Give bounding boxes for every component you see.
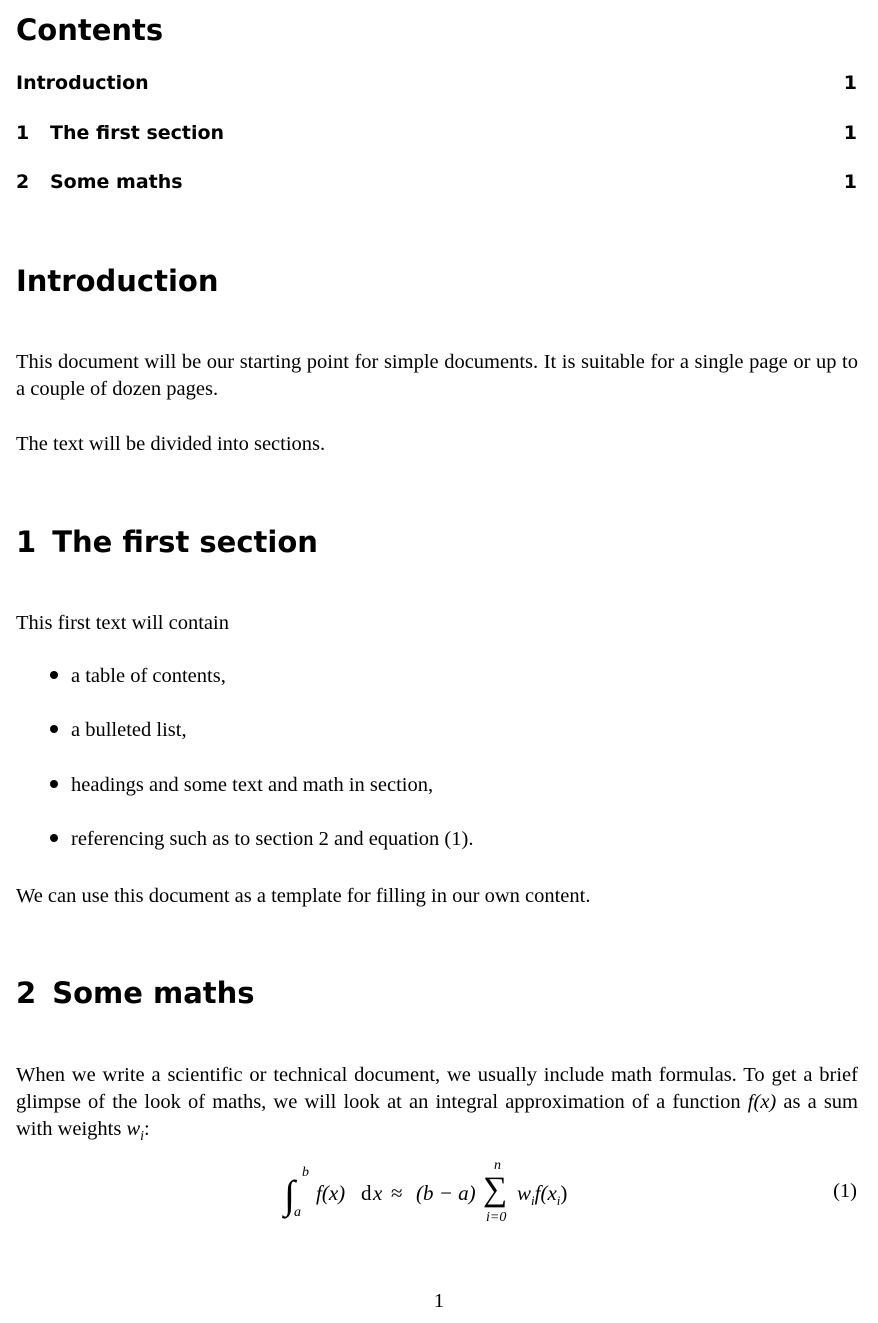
list-item-text: a table of contents,: [71, 665, 226, 687]
section-2-paragraph: When we write a scientific or technical …: [16, 1062, 858, 1150]
list-item: referencing such as to section 2 and equ…: [50, 828, 473, 851]
equation-number: (1): [833, 1180, 857, 1202]
toc-entry-label: Introduction: [16, 72, 149, 94]
list-item-text: a bulleted list,: [71, 719, 187, 741]
toc-entry-number: 2: [16, 171, 30, 193]
math-inline: w: [126, 1118, 141, 1140]
section-number: 1: [16, 525, 37, 559]
bullet-icon: [50, 780, 58, 789]
integral-lower-limit: a: [294, 1205, 301, 1220]
integrand: f(x): [316, 1181, 346, 1205]
summand-close: ): [560, 1181, 568, 1205]
approx-sign: ≈: [391, 1181, 403, 1205]
section-number: 2: [16, 976, 37, 1010]
toc-entry-some-maths[interactable]: 2 Some maths 1: [16, 171, 857, 193]
summand-base: w: [517, 1181, 532, 1205]
section-2-heading: 2 Some maths: [16, 976, 255, 1010]
page-number: 1: [433, 1290, 445, 1312]
section-1-closing: We can use this document as a template f…: [16, 885, 591, 907]
differential-variable: x: [373, 1181, 383, 1205]
sum-lower-limit: i=0: [486, 1210, 507, 1225]
text: When we write a scientific or technical …: [16, 1064, 858, 1113]
factor: (b − a): [416, 1181, 476, 1205]
bullet-icon: [50, 834, 58, 843]
list-item: headings and some text and math in secti…: [50, 774, 433, 797]
toc-entry-number: 1: [16, 122, 30, 144]
section-1-intro: This first text will contain: [16, 612, 229, 634]
list-item: a bulleted list,: [50, 719, 187, 742]
differential: d: [361, 1181, 372, 1205]
section-title: Some maths: [52, 976, 255, 1010]
introduction-heading: Introduction: [16, 264, 219, 298]
sum-sign-icon: ∑: [483, 1171, 508, 1208]
bullet-icon: [50, 725, 58, 734]
toc-entry-first-section[interactable]: 1 The first section 1: [16, 122, 857, 144]
list-item-text: headings and some text and math in secti…: [71, 774, 434, 796]
summand: wif(xi): [517, 1181, 567, 1209]
toc-entry-page: 1: [843, 122, 857, 144]
math-inline: f(x): [747, 1091, 777, 1113]
toc-entry-page: 1: [843, 72, 857, 94]
toc-entry-label: Some maths: [50, 171, 183, 193]
bullet-icon: [50, 671, 58, 680]
toc-entry-label: The first section: [50, 122, 225, 144]
toc-entry-page: 1: [843, 171, 857, 193]
summand-function: f(x: [534, 1181, 557, 1205]
text: :: [144, 1118, 150, 1140]
equation: ∫ b a f(x) d x ≈ (b − a) n ∑ i=0 wif(xi): [284, 1158, 614, 1235]
section-title: The first section: [52, 525, 318, 559]
section-1-heading: 1 The first section: [16, 525, 318, 559]
list-item: a table of contents,: [50, 665, 226, 688]
integral-upper-limit: b: [302, 1165, 309, 1180]
introduction-paragraph: This document will be our starting point…: [16, 351, 858, 400]
list-item-text: referencing such as to section 2 and equ…: [71, 828, 474, 850]
toc-title: Contents: [16, 13, 164, 47]
toc-entry-introduction[interactable]: Introduction 1: [16, 72, 857, 94]
introduction-paragraph: The text will be divided into sections.: [16, 433, 326, 455]
